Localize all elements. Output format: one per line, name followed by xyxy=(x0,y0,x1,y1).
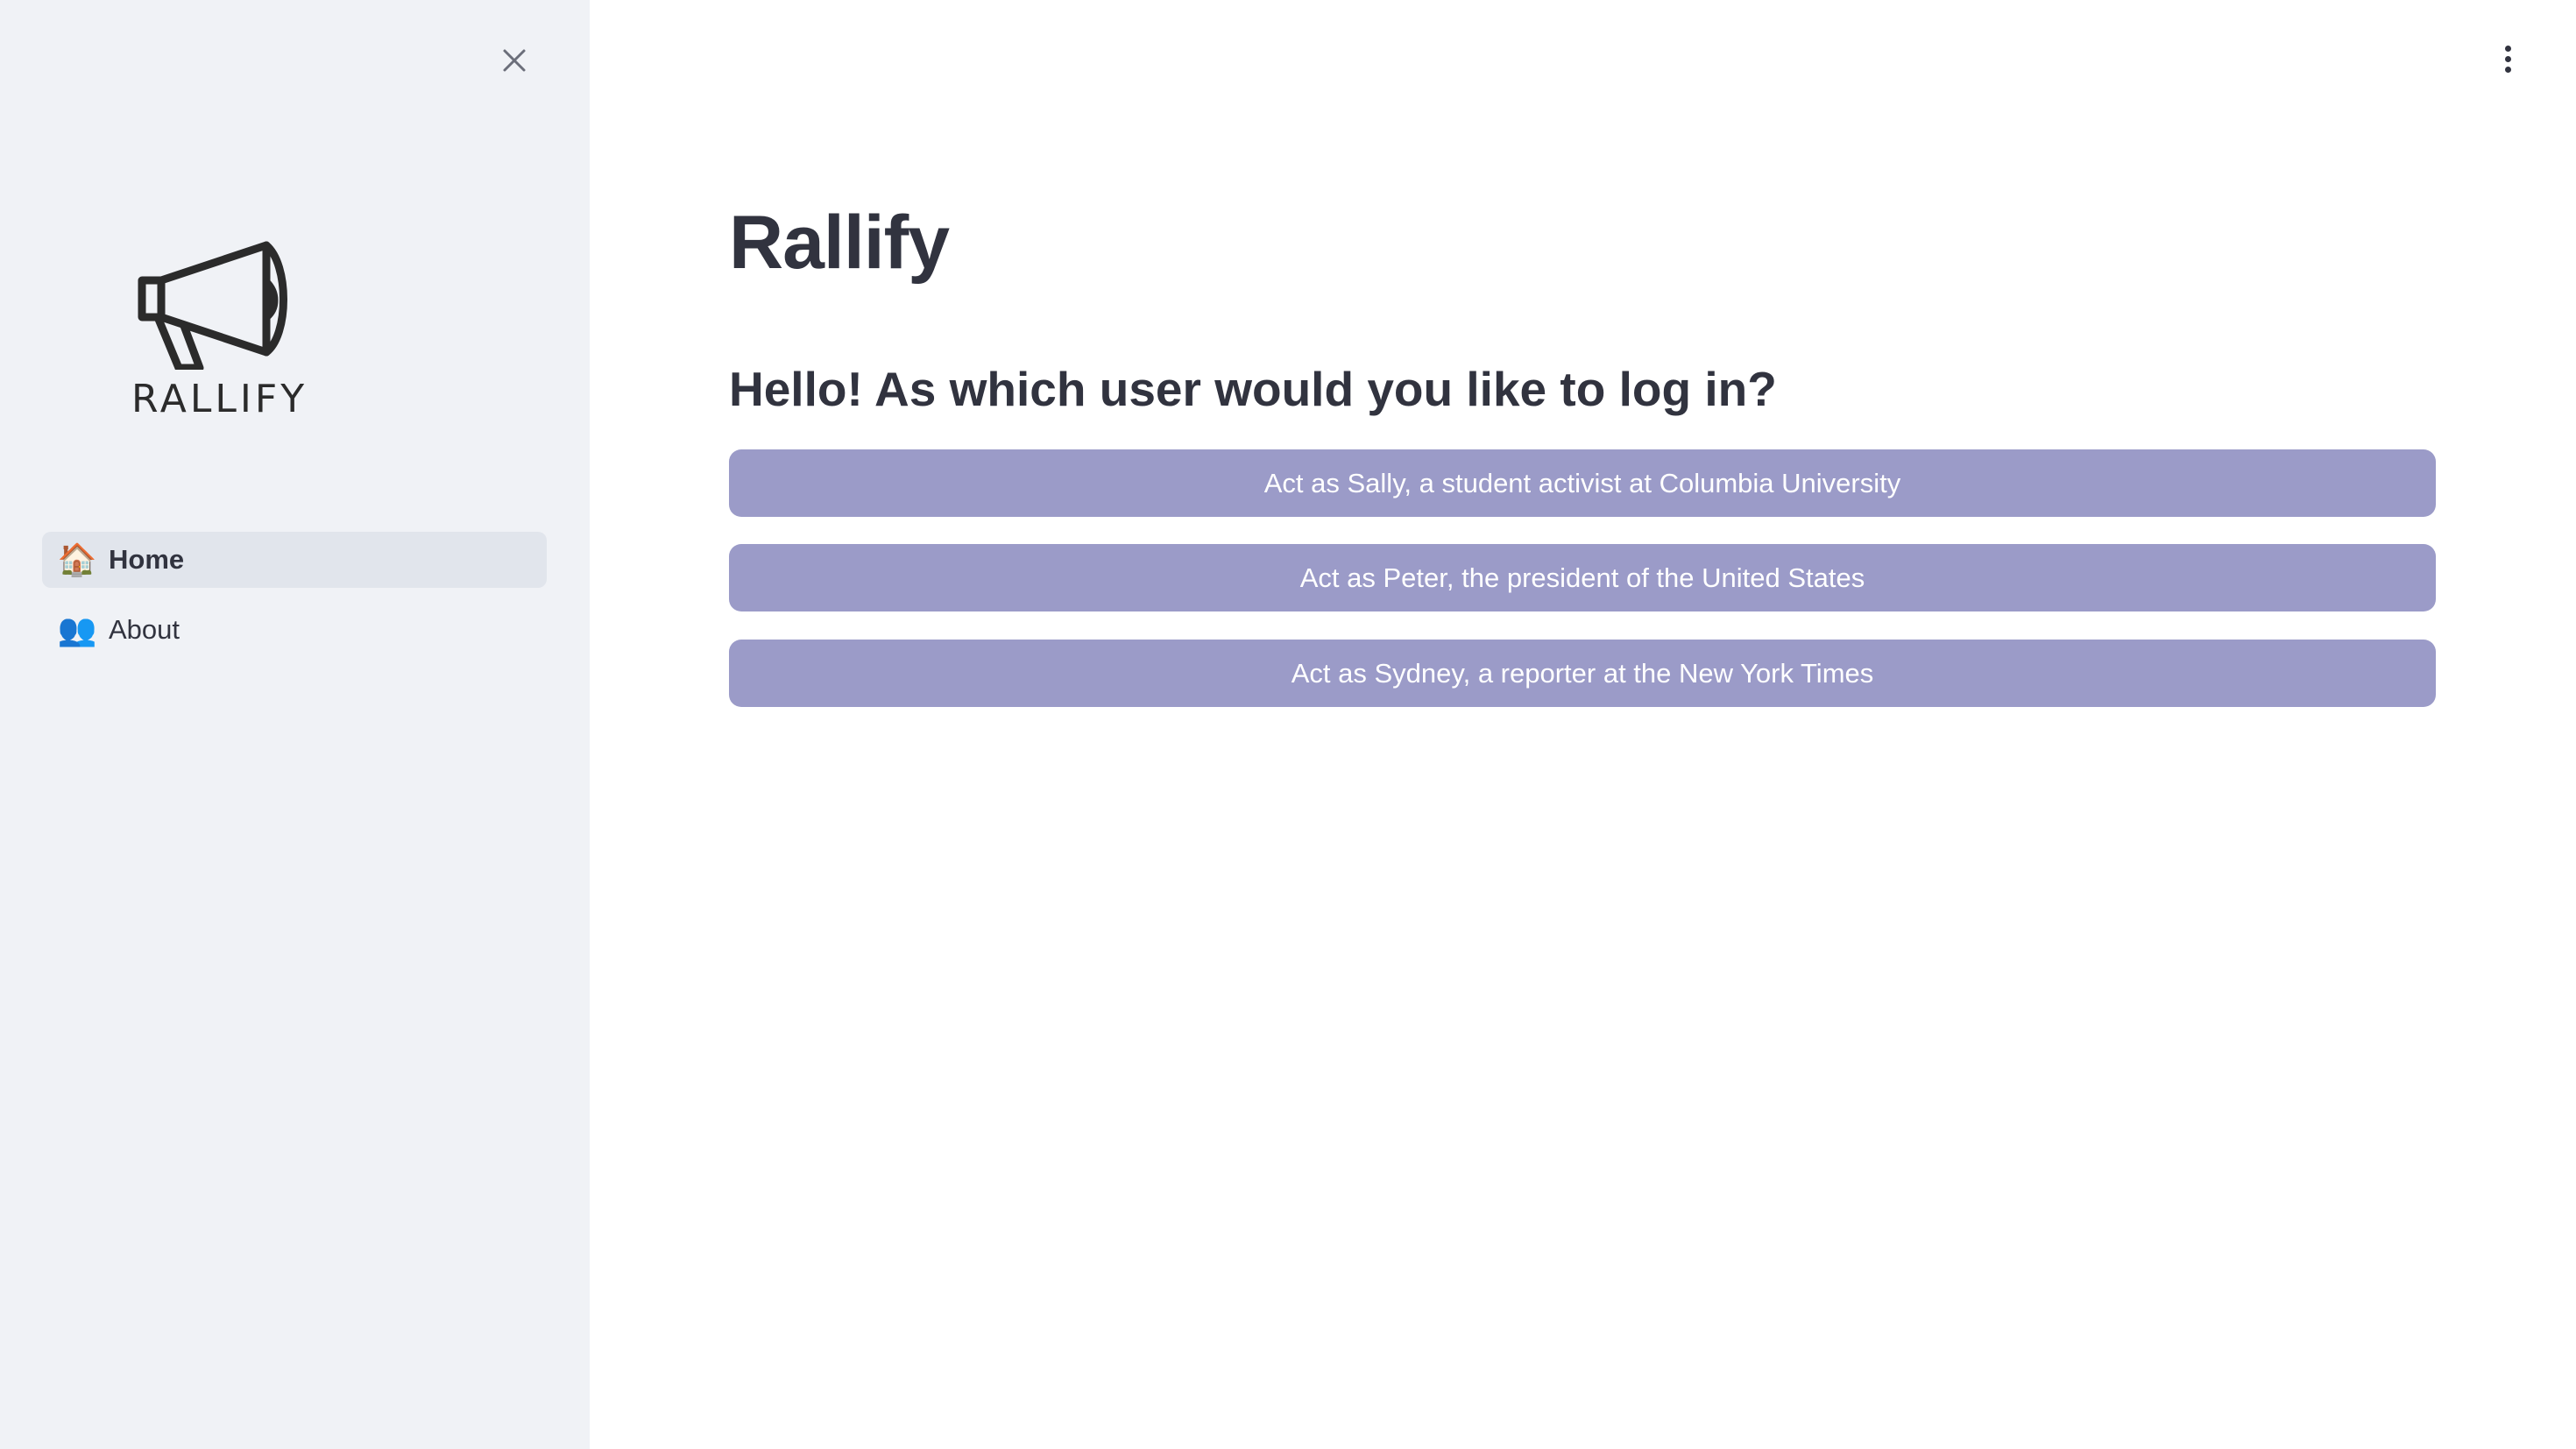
logo-text: RALLIFY xyxy=(131,377,308,421)
close-sidebar-button[interactable] xyxy=(494,40,534,81)
kebab-menu-icon-dot xyxy=(2504,55,2511,62)
sidebar-item-about[interactable]: 👥 About xyxy=(42,602,547,658)
sidebar-item-label: Home xyxy=(109,544,185,575)
login-peter-button[interactable]: Act as Peter, the president of the Unite… xyxy=(729,544,2436,611)
sidebar-item-label: About xyxy=(109,614,180,645)
login-sally-button[interactable]: Act as Sally, a student activist at Colu… xyxy=(729,449,2436,517)
page-title: Rallify xyxy=(729,201,950,285)
login-sydney-button[interactable]: Act as Sydney, a reporter at the New Yor… xyxy=(729,640,2436,707)
sidebar: RALLIFY 🏠 Home 👥 About xyxy=(0,0,590,1449)
users-icon: 👥 xyxy=(57,611,97,647)
megaphone-icon xyxy=(138,241,287,370)
home-icon: 🏠 xyxy=(57,541,97,577)
app-logo: RALLIFY xyxy=(131,238,308,422)
sidebar-nav: 🏠 Home 👥 About xyxy=(42,532,547,672)
sidebar-item-home[interactable]: 🏠 Home xyxy=(42,532,547,588)
kebab-menu-icon-dot xyxy=(2504,66,2511,73)
kebab-menu-icon xyxy=(2504,45,2511,52)
close-icon xyxy=(503,49,526,72)
app-root: RALLIFY 🏠 Home 👥 About Rallify Hello! As… xyxy=(0,0,2576,1449)
main-menu-button[interactable] xyxy=(2492,39,2523,79)
page-subtitle: Hello! As which user would you like to l… xyxy=(729,362,1777,416)
